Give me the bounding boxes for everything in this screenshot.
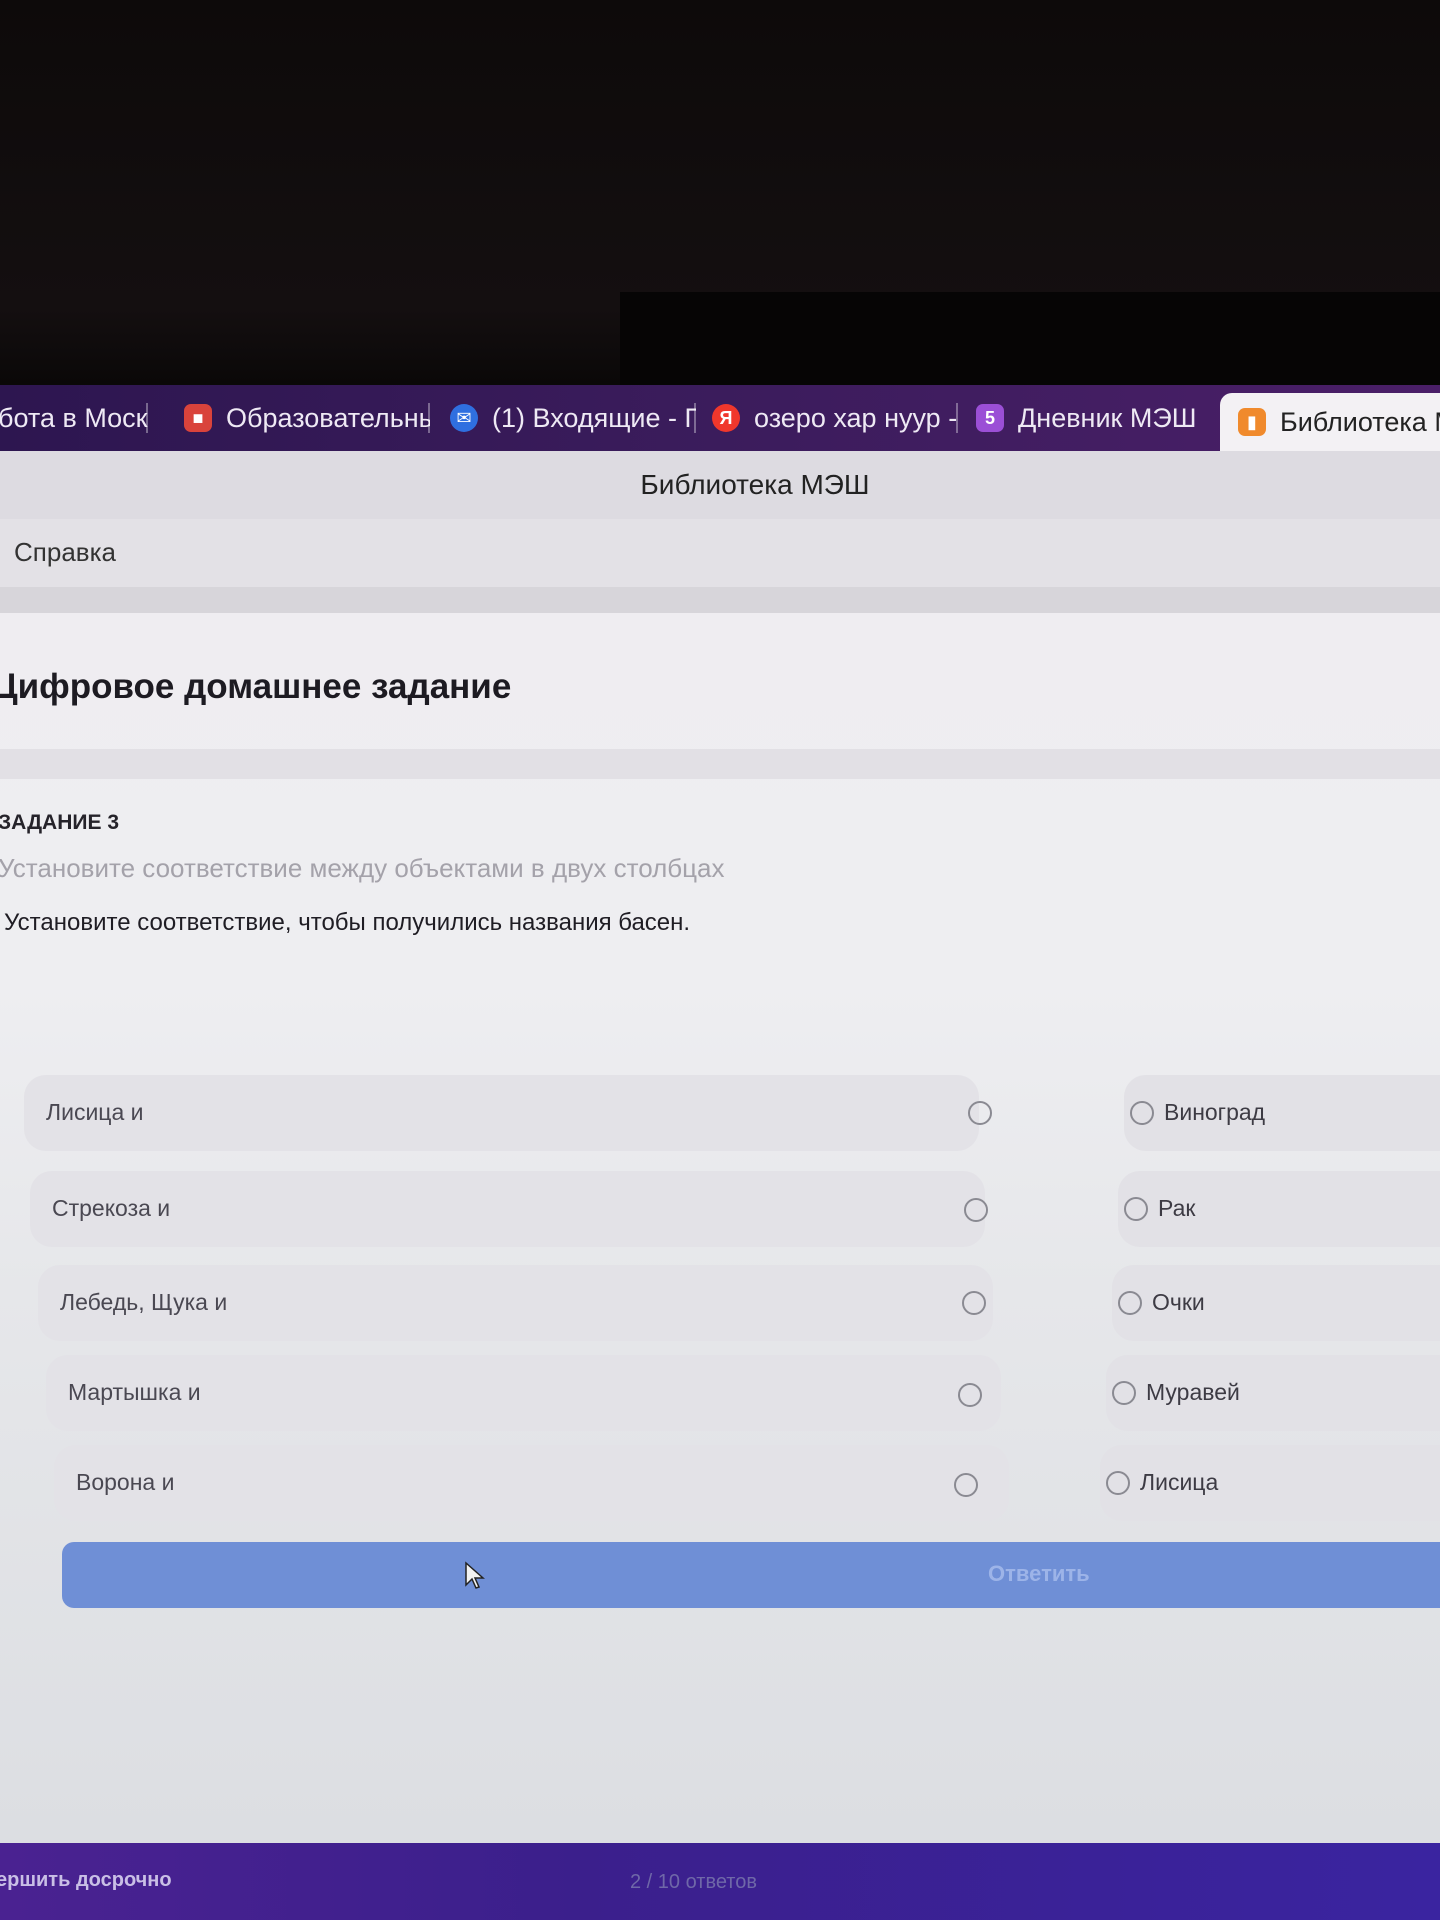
mail-icon: ✉ xyxy=(450,404,478,432)
tab-label: Образовательны xyxy=(226,402,430,433)
tab-yandex-search[interactable]: Я озеро хар нуур - xyxy=(712,395,958,441)
tab-bar: бота в Москве ■ Образовательны ✉ (1) Вхо… xyxy=(0,385,1440,451)
task-hint: Установите соответствие между объектами … xyxy=(0,853,725,883)
match-right-item[interactable]: Виноград xyxy=(1124,1075,1440,1151)
radio-icon[interactable] xyxy=(954,1473,978,1497)
match-right-label: Муравей xyxy=(1146,1379,1240,1405)
school-icon: ■ xyxy=(184,404,212,432)
task-number: ЗАДАНИЕ 3 xyxy=(0,811,120,834)
match-right-label: Очки xyxy=(1152,1289,1205,1315)
tab-label: Библиотека М xyxy=(1280,406,1440,437)
radio-icon[interactable] xyxy=(962,1291,986,1315)
match-right-item[interactable]: Муравей xyxy=(1106,1355,1440,1431)
match-right-label: Рак xyxy=(1158,1195,1196,1221)
match-left-label: Лебедь, Щука и xyxy=(60,1289,228,1315)
match-right-item[interactable]: Рак xyxy=(1118,1171,1440,1247)
yandex-icon: Я xyxy=(712,404,740,432)
answer-button-label: Ответить xyxy=(988,1561,1090,1586)
match-left-item[interactable]: Ворона и xyxy=(54,1445,1009,1521)
tab-label: (1) Входящие - П xyxy=(492,402,696,433)
match-right-item[interactable]: Очки xyxy=(1112,1265,1440,1341)
divider-band xyxy=(0,749,1440,779)
match-left-item[interactable]: Лебедь, Щука и xyxy=(38,1265,993,1341)
window-titlebar: Библиотека МЭШ xyxy=(0,451,1440,519)
mouse-cursor-icon xyxy=(465,1561,485,1589)
bezel-shadow xyxy=(620,292,1440,387)
help-link[interactable]: Справка xyxy=(14,537,116,568)
task-content: Цифровое домашнее задание ЗАДАНИЕ 3 Уста… xyxy=(0,613,1440,1843)
tab-diary[interactable]: 5 Дневник МЭШ ( xyxy=(976,395,1202,441)
task-text: Установите соответствие, чтобы получилис… xyxy=(4,909,691,936)
browser-screen: бота в Москве ■ Образовательны ✉ (1) Вхо… xyxy=(0,385,1440,1920)
radio-icon[interactable] xyxy=(964,1198,988,1222)
answer-button[interactable]: Ответить xyxy=(62,1542,1440,1608)
radio-icon[interactable] xyxy=(1130,1101,1154,1125)
tab-separator xyxy=(956,403,958,433)
tab-inbox[interactable]: ✉ (1) Входящие - П xyxy=(450,395,696,441)
tab-separator xyxy=(146,403,148,433)
tab-label: бота в Москве xyxy=(0,402,148,433)
tab-job-moscow[interactable]: бота в Москве xyxy=(0,395,148,441)
tab-separator xyxy=(428,403,430,433)
divider-band xyxy=(0,587,1440,613)
test-footer: ершить досрочно 2 / 10 ответов xyxy=(0,1843,1440,1920)
match-right-label: Лисица xyxy=(1140,1469,1219,1495)
match-right-label: Виноград xyxy=(1164,1099,1266,1125)
match-left-label: Мартышка и xyxy=(68,1379,201,1405)
tab-library-active[interactable]: ▮ Библиотека М xyxy=(1220,393,1440,451)
tab-label: озеро хар нуур - xyxy=(754,402,958,433)
diary-icon: 5 xyxy=(976,404,1004,432)
radio-icon[interactable] xyxy=(1112,1381,1136,1405)
page-title: Цифровое домашнее задание xyxy=(0,667,512,706)
radio-icon[interactable] xyxy=(1118,1291,1142,1315)
tab-label: Дневник МЭШ ( xyxy=(1018,402,1202,433)
match-left-label: Ворона и xyxy=(76,1469,175,1495)
match-left-item[interactable]: Стрекоза и xyxy=(30,1171,988,1247)
match-right-item[interactable]: Лисица xyxy=(1100,1445,1440,1521)
radio-icon[interactable] xyxy=(958,1383,982,1407)
radio-icon[interactable] xyxy=(1124,1197,1148,1221)
window-title: Библиотека МЭШ xyxy=(640,469,870,500)
answers-progress: 2 / 10 ответов xyxy=(630,1871,757,1893)
match-left-label: Лисица и xyxy=(46,1099,144,1125)
tab-separator xyxy=(694,403,696,433)
match-left-label: Стрекоза и xyxy=(52,1195,171,1221)
site-menubar: Справка xyxy=(0,519,1440,587)
tab-education[interactable]: ■ Образовательны xyxy=(184,395,430,441)
radio-icon[interactable] xyxy=(1106,1471,1130,1495)
match-left-item[interactable]: Лисица и xyxy=(24,1075,992,1151)
monitor-bezel xyxy=(0,0,1440,387)
library-icon: ▮ xyxy=(1238,408,1266,436)
match-left-item[interactable]: Мартышка и xyxy=(46,1355,1001,1431)
finish-early-button[interactable]: ершить досрочно xyxy=(0,1869,172,1892)
radio-icon[interactable] xyxy=(968,1101,992,1125)
